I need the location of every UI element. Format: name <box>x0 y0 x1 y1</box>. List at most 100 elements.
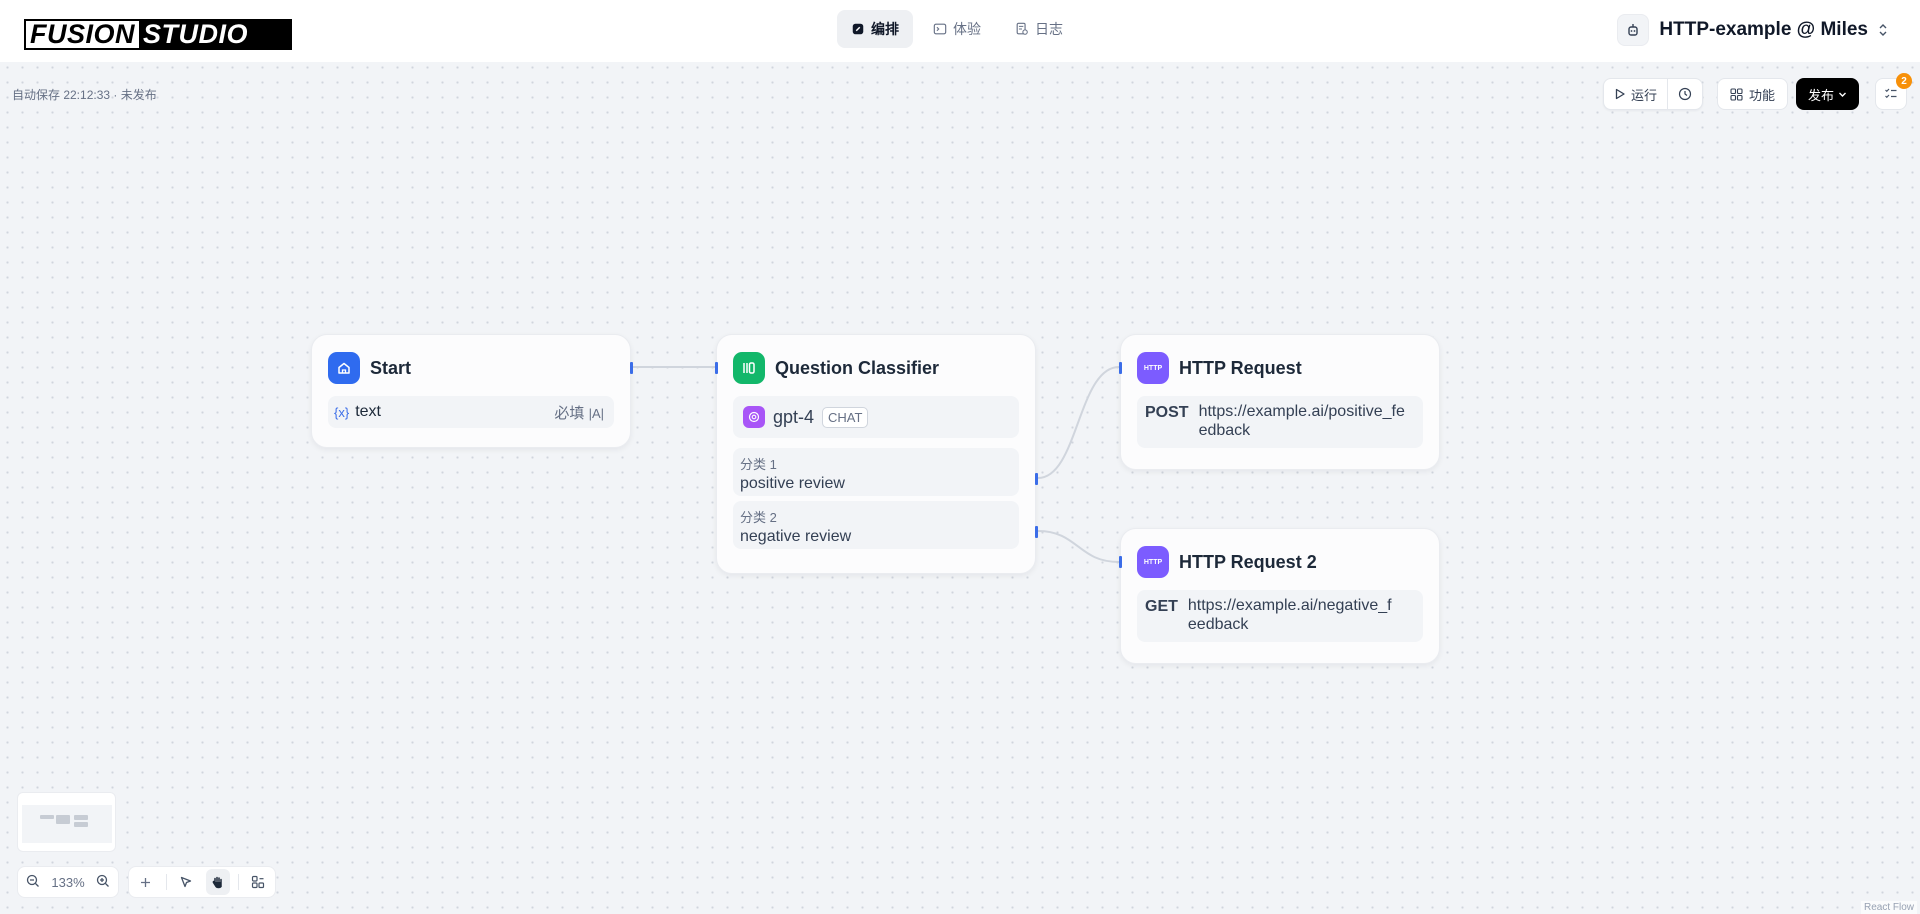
minimap-node <box>74 815 88 820</box>
start-variable-row[interactable]: {x} text 必填 |A| <box>328 396 614 428</box>
chevron-up-down-icon <box>1878 23 1888 37</box>
canvas-tools <box>128 866 276 898</box>
checklist-icon <box>1885 88 1897 99</box>
node-title: HTTP Request <box>1179 357 1302 378</box>
class-item-1[interactable]: 分类 1 positive review <box>733 448 1019 496</box>
tab-label: 编排 <box>871 21 899 37</box>
canvas-toolbar: 运行 功能 发布 <box>1602 78 1859 110</box>
tab-logs[interactable]: 日志 <box>1001 10 1077 48</box>
model-selector[interactable]: gpt-4 CHAT <box>733 396 1019 438</box>
http-request-node[interactable]: HTTP HTTP Request POST https://example.a… <box>1119 334 1440 470</box>
text-type-icon: |A| <box>588 405 604 421</box>
grid-icon <box>1730 87 1743 101</box>
output-handle[interactable] <box>630 362 633 374</box>
logo-word-1: FUSION <box>26 21 140 48</box>
model-mode-tag: CHAT <box>822 406 869 428</box>
question-classifier-node[interactable]: Question Classifier gpt-4 CHAT 分类 1 posi… <box>715 334 1038 574</box>
autosave-status: 自动保存 22:12:33 · 未发布 <box>12 88 157 102</box>
robot-icon <box>1617 14 1650 46</box>
fusion-studio-logo[interactable]: FUSION STUDIO <box>24 19 292 50</box>
class-value: positive review <box>740 475 845 492</box>
zoom-out-icon[interactable] <box>26 874 40 891</box>
http-icon: HTTP <box>1137 546 1169 578</box>
node-header: Question Classifier <box>717 335 1035 384</box>
required-label: 必填 |A| <box>554 404 604 422</box>
react-flow-attribution[interactable]: React Flow <box>1860 901 1917 914</box>
model-name: gpt-4 <box>773 406 815 427</box>
run-label: 运行 <box>1630 87 1657 103</box>
publish-label: 发布 <box>1807 87 1834 103</box>
openai-icon <box>743 406 765 428</box>
request-summary[interactable]: POST https://example.ai/positive_feedbac… <box>1137 396 1423 448</box>
minimap[interactable] <box>17 792 116 852</box>
run-button[interactable]: 运行 <box>1604 79 1667 109</box>
input-handle[interactable] <box>715 362 718 374</box>
node-title: Question Classifier <box>775 357 940 378</box>
edge-classifier-http2 <box>1037 530 1120 563</box>
edit-icon <box>852 23 864 35</box>
run-history-button[interactable] <box>1666 79 1702 109</box>
classifier-icon <box>733 352 765 384</box>
request-summary[interactable]: GET https://example.ai/negative_feedback <box>1137 590 1423 642</box>
history-icon <box>1678 87 1692 101</box>
tab-experience[interactable]: 体验 <box>919 10 995 48</box>
minimap-viewport[interactable] <box>22 805 112 843</box>
class-label: 分类 1 <box>740 457 777 472</box>
zoom-level[interactable]: 133% <box>51 875 84 890</box>
layout-icon <box>252 875 265 889</box>
home-icon <box>328 352 360 384</box>
class-2-output-handle[interactable] <box>1035 526 1038 538</box>
app-title: HTTP-example @ Miles <box>1659 19 1868 40</box>
hand-tool[interactable] <box>206 869 230 895</box>
http-request-2-node[interactable]: HTTP HTTP Request 2 GET https://example.… <box>1119 528 1440 664</box>
edge-classifier-http1 <box>1037 366 1120 479</box>
class-1-output-handle[interactable] <box>1035 473 1038 485</box>
request-url: https://example.ai/positive_feedback <box>1198 403 1405 439</box>
run-group: 运行 <box>1602 78 1703 110</box>
logo-word-2: STUDIO <box>139 21 290 48</box>
variable-name: text <box>355 403 381 420</box>
zoom-control: 133% <box>17 866 119 898</box>
input-handle[interactable] <box>1119 556 1122 568</box>
tab-orchestrate[interactable]: 编排 <box>837 10 913 48</box>
tab-label: 体验 <box>953 21 981 37</box>
terminal-icon <box>933 23 947 35</box>
zoom-in-icon[interactable] <box>96 874 110 891</box>
variable-icon: {x} <box>334 404 350 420</box>
checklist-badge: 2 <box>1896 73 1912 89</box>
publish-button[interactable]: 发布 <box>1795 78 1859 110</box>
organize-blocks-button[interactable] <box>246 869 270 895</box>
start-node[interactable]: Start {x} text 必填 |A| <box>311 334 633 448</box>
divider <box>165 874 167 890</box>
node-header: HTTP HTTP Request <box>1121 335 1439 384</box>
divider <box>237 874 239 890</box>
node-title: HTTP Request 2 <box>1179 551 1317 572</box>
request-url: https://example.ai/negative_feedback <box>1187 597 1392 633</box>
app-switcher[interactable]: HTTP-example @ Miles <box>1617 14 1888 46</box>
input-handle[interactable] <box>1119 362 1122 374</box>
plus-icon <box>141 877 151 887</box>
log-icon <box>1016 22 1028 35</box>
node-header: Start <box>312 335 630 384</box>
checklist-button[interactable]: 2 <box>1875 73 1912 110</box>
node-header: HTTP HTTP Request 2 <box>1121 529 1439 578</box>
add-node-button[interactable] <box>134 869 158 895</box>
main-tabs: 编排 体验 日志 <box>837 10 1077 48</box>
http-method: GET <box>1145 598 1178 615</box>
features-button[interactable]: 功能 <box>1716 78 1788 110</box>
pointer-icon <box>181 876 192 888</box>
class-value: negative review <box>740 528 852 545</box>
class-item-2[interactable]: 分类 2 negative review <box>733 501 1019 549</box>
features-label: 功能 <box>1748 87 1775 103</box>
class-label: 分类 2 <box>740 510 777 525</box>
pointer-tool[interactable] <box>174 869 198 895</box>
hand-icon <box>212 876 222 889</box>
minimap-node <box>40 815 54 819</box>
node-title: Start <box>370 357 412 378</box>
http-method: POST <box>1145 404 1189 421</box>
top-bar: FUSION STUDIO 编排 体验 日志 HTTP-example @ Mi… <box>0 0 1920 62</box>
minimap-node <box>56 815 70 824</box>
tab-label: 日志 <box>1035 21 1063 37</box>
play-icon <box>1615 88 1625 100</box>
http-icon: HTTP <box>1137 352 1169 384</box>
